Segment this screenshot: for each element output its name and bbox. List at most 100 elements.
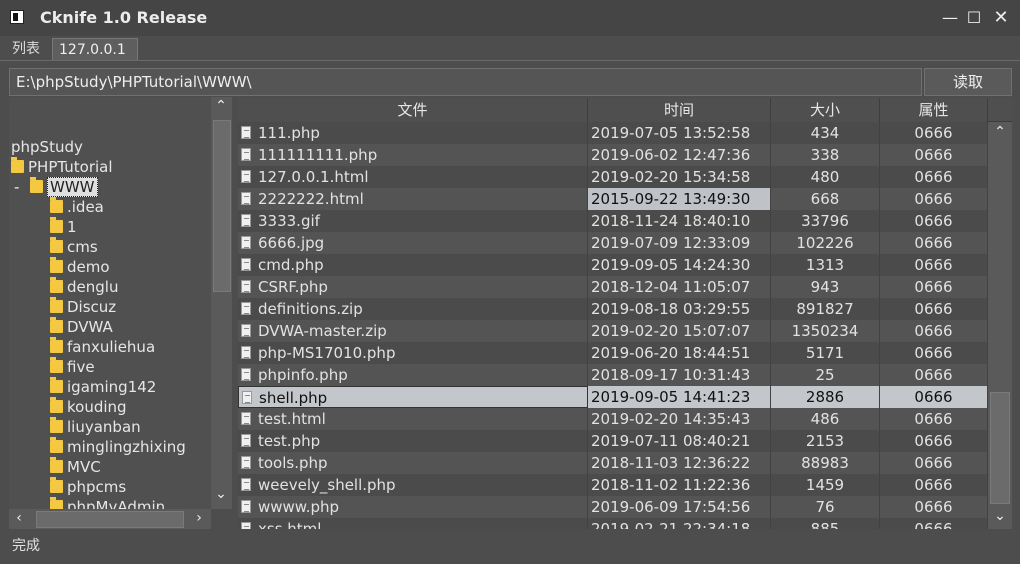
scroll-up-arrow-icon[interactable]: ⌃ — [213, 98, 229, 114]
cell-time: 2019-02-20 15:07:07 — [588, 320, 771, 342]
file-table[interactable]: 111.php 2019-07-05 13:52:58 434 0666 1111111… — [238, 122, 988, 529]
table-row[interactable]: phpinfo.php 2018-09-17 10:31:43 25 0666 — [238, 364, 988, 386]
tree-item-child[interactable]: phpMyAdmin — [50, 497, 165, 509]
table-row[interactable]: 111111111.php 2019-06-02 12:47:36 338 0666 — [238, 144, 988, 166]
tree-item-child[interactable]: Discuz — [50, 297, 116, 317]
tree-item-child[interactable]: 1 — [50, 217, 77, 237]
tree-item-child[interactable]: five — [50, 357, 95, 377]
scroll-right-arrow-icon[interactable]: › — [191, 510, 207, 526]
tree-item-child[interactable]: denglu — [50, 277, 118, 297]
column-header-name[interactable]: 文件 — [238, 98, 588, 122]
tree-horizontal-scroll-thumb[interactable] — [36, 511, 184, 528]
table-row[interactable]: 127.0.0.1.html 2019-02-20 15:34:58 480 0666 — [238, 166, 988, 188]
tree-item-child[interactable]: cms — [50, 237, 98, 257]
cell-name: test.php — [238, 430, 588, 452]
tree-item-label: 1 — [67, 218, 77, 236]
collapse-toggle[interactable]: - — [14, 177, 19, 197]
cell-time: 2018-11-02 11:22:36 — [588, 474, 771, 496]
tree-item-child[interactable]: minglingzhixing — [50, 437, 186, 457]
file-icon — [241, 456, 251, 469]
cell-name: 2222222.html — [238, 188, 588, 210]
column-header-attr[interactable]: 属性 — [880, 98, 988, 122]
tree-item-phptutorial[interactable]: PHPTutorial — [11, 157, 113, 177]
folder-icon — [50, 377, 63, 393]
cell-time: 2018-11-24 18:40:10 — [588, 210, 771, 232]
tree-item-child[interactable]: kouding — [50, 397, 127, 417]
table-row[interactable]: DVWA-master.zip 2019-02-20 15:07:07 135023… — [238, 320, 988, 342]
directory-tree[interactable]: phpStudy PHPTutorial - WWW .idea 1 cms demo… — [9, 97, 211, 509]
table-row[interactable]: php-MS17010.php 2019-06-20 18:44:51 5171 06… — [238, 342, 988, 364]
tree-item-child[interactable]: DVWA — [50, 317, 113, 337]
tree-item-child[interactable]: fanxuliehua — [50, 337, 155, 357]
tree-item-www[interactable]: - WWW — [9, 177, 209, 197]
table-row[interactable]: 111.php 2019-07-05 13:52:58 434 0666 — [238, 122, 988, 144]
tab-list[interactable]: 列表 — [6, 38, 50, 60]
cell-size: 88983 — [771, 452, 880, 474]
tree-item-label: PHPTutorial — [28, 158, 113, 176]
tree-item-child[interactable]: igaming142 — [50, 377, 156, 397]
table-row[interactable]: test.html 2019-02-20 14:35:43 486 0666 — [238, 408, 988, 430]
cell-time: 2018-09-17 10:31:43 — [588, 364, 771, 386]
tree-item-label: phpMyAdmin — [67, 498, 166, 509]
cell-name: cmd.php — [238, 254, 588, 276]
app-logo-icon — [10, 10, 24, 24]
tree-vertical-scroll-thumb[interactable] — [213, 120, 231, 292]
file-name: 6666.jpg — [258, 234, 325, 252]
table-row[interactable]: CSRF.php 2018-12-04 11:05:07 943 0666 — [238, 276, 988, 298]
file-icon — [241, 126, 251, 139]
table-row[interactable]: 6666.jpg 2019-07-09 12:33:09 102226 0666 — [238, 232, 988, 254]
cell-size: 1350234 — [771, 320, 880, 342]
file-icon — [241, 368, 251, 381]
table-row[interactable]: cmd.php 2019-09-05 14:24:30 1313 0666 — [238, 254, 988, 276]
read-button[interactable]: 读取 — [924, 68, 1012, 96]
cell-size: 1313 — [771, 254, 880, 276]
tree-item-label: liuyanban — [67, 418, 141, 436]
scroll-down-arrow-icon[interactable]: ⌄ — [992, 508, 1008, 524]
cell-time: 2019-07-09 12:33:09 — [588, 232, 771, 254]
table-row[interactable]: test.php 2019-07-11 08:40:21 2153 0666 — [238, 430, 988, 452]
file-name: 2222222.html — [258, 190, 364, 208]
column-header-time[interactable]: 时间 — [588, 98, 771, 122]
tree-item-child[interactable]: .idea — [50, 197, 104, 217]
table-row[interactable]: tools.php 2018-11-03 12:36:22 88983 0666 — [238, 452, 988, 474]
table-vertical-scroll-thumb[interactable] — [990, 392, 1010, 504]
table-row[interactable]: 3333.gif 2018-11-24 18:40:10 33796 0666 — [238, 210, 988, 232]
cell-time: 2019-02-20 15:34:58 — [588, 166, 771, 188]
scroll-up-arrow-icon[interactable]: ⌃ — [992, 124, 1008, 140]
tree-item-child[interactable]: phpcms — [50, 477, 126, 497]
tab-host[interactable]: 127.0.0.1 — [52, 38, 138, 60]
close-button[interactable]: ✕ — [989, 6, 1013, 30]
scroll-left-arrow-icon[interactable]: ‹ — [11, 510, 27, 526]
tree-item-child[interactable]: MVC — [50, 457, 101, 477]
tree-item-child[interactable]: demo — [50, 257, 110, 277]
cell-name: 111.php — [238, 122, 588, 144]
table-row[interactable]: weevely_shell.php 2018-11-02 11:22:36 1459… — [238, 474, 988, 496]
file-name: 111111111.php — [258, 146, 378, 164]
tree-item-child[interactable]: liuyanban — [50, 417, 141, 437]
minimize-button[interactable]: — — [938, 6, 962, 30]
cell-size: 2886 — [771, 386, 880, 408]
file-icon — [241, 258, 251, 271]
scroll-down-arrow-icon[interactable]: ⌄ — [213, 486, 229, 502]
cell-name: tools.php — [238, 452, 588, 474]
cell-attr: 0666 — [880, 342, 988, 364]
cell-attr: 0666 — [880, 430, 988, 452]
cell-attr: 0666 — [880, 496, 988, 518]
table-row[interactable]: shell.php 2019-09-05 14:41:23 2886 0666 — [238, 386, 988, 408]
table-row[interactable]: 2222222.html 2015-09-22 13:49:30 668 0666 — [238, 188, 988, 210]
file-icon — [241, 192, 251, 205]
cell-size: 2153 — [771, 430, 880, 452]
table-row[interactable]: xss.html 2019-02-21 22:34:18 885 0666 — [238, 518, 988, 529]
tree-item-root[interactable]: phpStudy — [11, 137, 83, 157]
path-input[interactable]: E:\phpStudy\PHPTutorial\WWW\ — [9, 68, 922, 96]
maximize-button[interactable]: ☐ — [962, 6, 986, 30]
file-icon — [241, 148, 251, 161]
folder-icon — [50, 337, 63, 353]
folder-icon — [50, 237, 63, 253]
table-row[interactable]: definitions.zip 2019-08-18 03:29:55 891827… — [238, 298, 988, 320]
cell-size: 76 — [771, 496, 880, 518]
cell-attr: 0666 — [880, 254, 988, 276]
table-row[interactable]: wwww.php 2019-06-09 17:54:56 76 0666 — [238, 496, 988, 518]
column-header-size[interactable]: 大小 — [771, 98, 880, 122]
file-icon — [241, 412, 251, 425]
